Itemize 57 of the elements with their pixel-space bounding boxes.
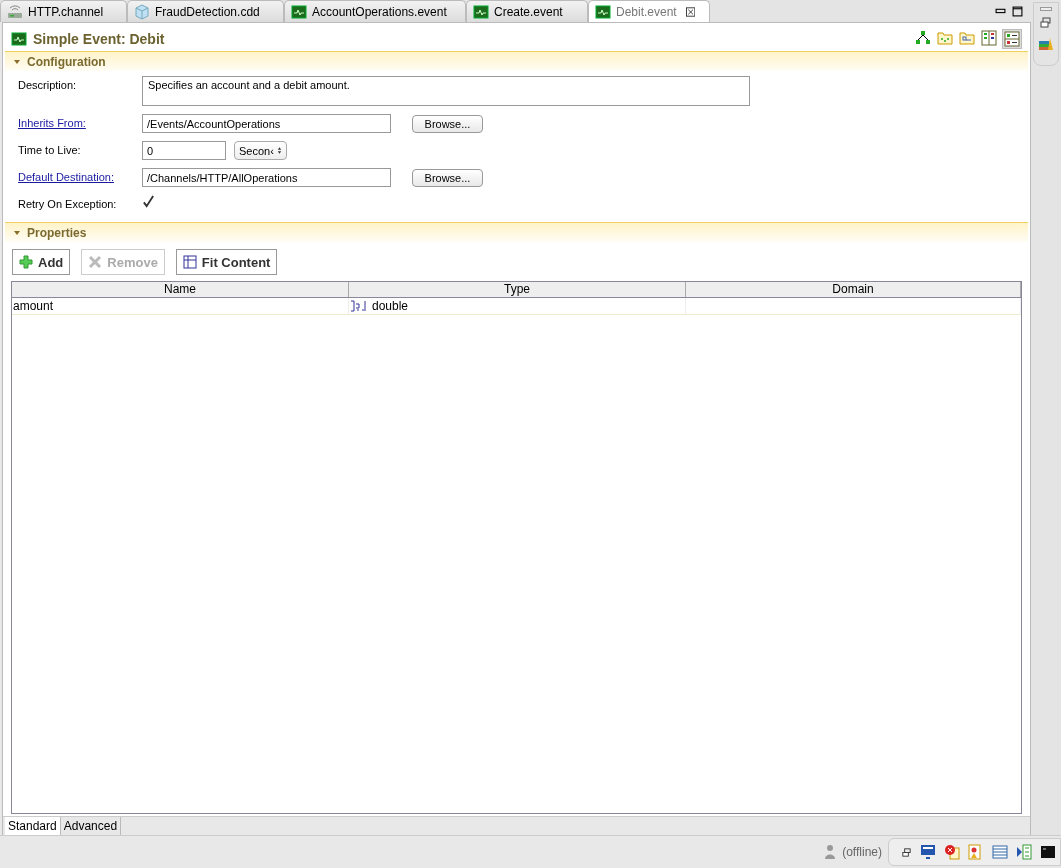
table-cell: double [372,299,409,313]
maximize-icon[interactable] [1012,5,1023,17]
event-icon [11,31,27,47]
number-type-icon [350,300,366,312]
terminal-icon[interactable] [1040,844,1056,860]
caret-icon [13,57,21,66]
path-field[interactable]: /Events/AccountOperations [142,114,391,133]
user-icon [824,844,837,860]
event-icon [291,3,307,20]
field-label: Time to Live: [18,143,82,156]
list-icon[interactable] [1002,29,1022,49]
editor-tab[interactable]: Create.event [466,0,588,22]
section-header[interactable]: Properties [5,222,1028,242]
x-icon [88,255,103,269]
cube-icon [134,3,150,20]
table-icon [182,255,197,269]
path-field[interactable]: /Channels/HTTP/AllOperations [142,168,391,187]
default-destination-link[interactable]: Default Destination: [18,168,132,183]
add-button[interactable]: Add [12,249,71,275]
column-header[interactable]: Domain [686,282,1021,297]
hierarchy-icon[interactable] [914,29,932,47]
editor-tab[interactable]: Debit.event [588,0,710,22]
user-status: (offline) [842,845,882,859]
field-label: Description: [18,78,78,91]
table-cell: amount [13,299,54,313]
column-header[interactable]: Type [349,282,686,297]
antenna-icon [7,3,23,20]
inherits-from-link[interactable]: Inherits From: [18,114,132,129]
caret-icon [13,228,21,237]
stepper-icon [276,146,282,155]
event-icon [473,3,489,20]
browse-button[interactable]: Browse... [412,168,483,187]
checkbox[interactable] [142,195,155,208]
fit-button[interactable]: Fit Content [175,249,278,275]
plus-icon [19,255,33,269]
monitor-icon[interactable] [920,844,936,860]
event-icon [595,3,611,20]
unit-dropdown[interactable]: Secon‹ [234,141,287,160]
table-icon[interactable] [992,844,1008,860]
field-label: Retry On Exception: [18,197,118,210]
badge-icon[interactable] [968,844,984,860]
column-header[interactable]: Name [12,282,349,297]
description-field[interactable]: Specifies an account and a debit amount. [142,76,750,106]
error-icon[interactable] [944,844,960,860]
restore-icon[interactable] [901,846,912,858]
section-header[interactable]: Configuration [5,51,1028,71]
editor-tab[interactable]: FraudDetection.cdd [127,0,284,22]
editor-title: Simple Event: Debit [33,31,165,47]
browse-button[interactable]: Browse... [412,114,483,133]
editor-tab[interactable]: HTTP.channel [0,0,127,22]
page-tab[interactable]: Standard [5,817,61,835]
outline-icon[interactable] [1016,844,1032,860]
editor-tab[interactable]: AccountOperations.event [284,0,466,22]
number-field[interactable]: 0 [142,141,226,160]
close-icon[interactable] [685,6,695,17]
restore-icon[interactable] [1040,17,1052,29]
columns-icon[interactable] [980,29,998,47]
